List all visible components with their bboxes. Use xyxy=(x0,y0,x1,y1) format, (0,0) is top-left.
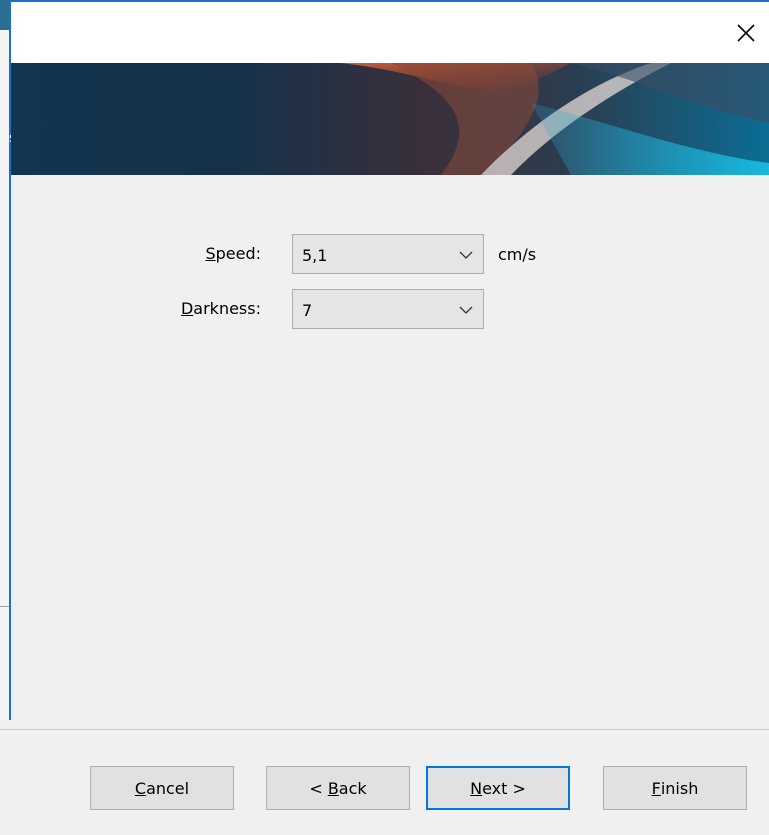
darkness-label-text: arkness: xyxy=(193,299,261,318)
close-button[interactable] xyxy=(723,4,769,62)
back-button-access-key: B xyxy=(327,778,339,798)
finish-button-label: inish xyxy=(660,778,699,798)
background-window-edge: s. xyxy=(0,0,20,720)
darkness-value: 7 xyxy=(302,301,313,320)
speed-dropdown[interactable]: 5,1 xyxy=(292,234,484,274)
chevron-down-icon xyxy=(459,306,473,314)
next-button-access-key: N xyxy=(470,778,483,798)
background-window-divider xyxy=(0,606,9,607)
speed-label-text: peed: xyxy=(215,244,261,263)
footer-divider xyxy=(0,729,769,730)
chevron-down-icon xyxy=(459,251,473,259)
back-button-label: ack xyxy=(338,778,367,798)
back-button[interactable]: < Back xyxy=(266,766,410,810)
finish-button[interactable]: Finish xyxy=(603,766,747,810)
cancel-button-access-key: C xyxy=(134,778,147,798)
close-icon xyxy=(737,24,755,42)
settings-panel: Speed: 5,1 cm/s Darkness: 7 xyxy=(11,175,769,720)
title-bar xyxy=(11,0,769,63)
darkness-label: Darkness: xyxy=(111,299,261,318)
background-window-titlebar xyxy=(0,0,9,30)
speed-label-access-key: S xyxy=(205,244,216,263)
darkness-dropdown[interactable]: 7 xyxy=(292,289,484,329)
cancel-button[interactable]: Cancel xyxy=(90,766,234,810)
speed-value: 5,1 xyxy=(302,246,328,265)
header-banner-image xyxy=(11,63,769,175)
next-button-label: ext > xyxy=(482,778,526,798)
finish-button-access-key: F xyxy=(651,778,661,798)
cancel-button-label: ancel xyxy=(146,778,190,798)
speed-label: Speed: xyxy=(111,244,261,263)
speed-unit: cm/s xyxy=(498,245,537,264)
next-button[interactable]: Next > xyxy=(426,766,570,810)
wizard-window: s. xyxy=(0,0,769,835)
darkness-label-access-key: D xyxy=(180,299,194,318)
back-button-prefix: < xyxy=(309,778,328,798)
